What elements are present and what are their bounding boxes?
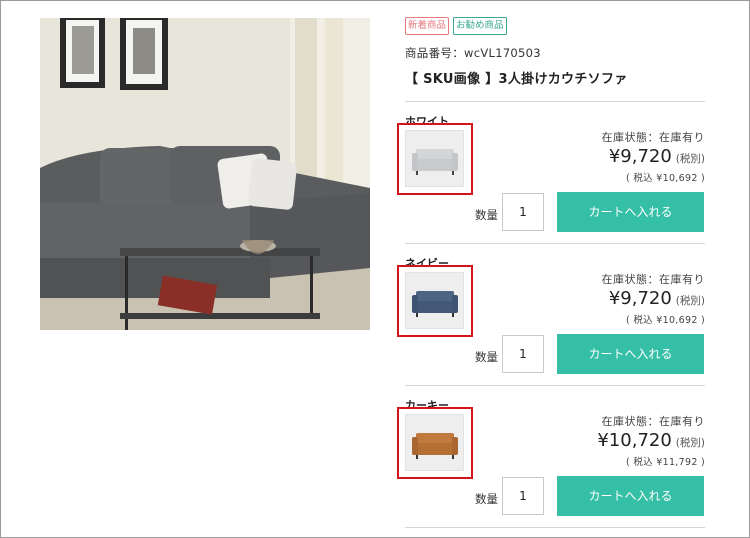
add-to-cart-button[interactable]: カートへ入れる [557, 192, 704, 232]
price-tax-included: ( 税込 ¥10,692 ) [626, 173, 705, 184]
add-to-cart-button[interactable]: カートへ入れる [557, 476, 704, 516]
stock-status: 在庫状態：在庫有り [601, 131, 705, 144]
sofa-thumbnail-image [405, 272, 464, 329]
recommended-badge: お勧め商品 [453, 17, 507, 35]
price: ¥9,720 (税別) [609, 288, 705, 309]
quantity-input[interactable]: 1 [502, 193, 544, 231]
stock-status: 在庫状態：在庫有り [601, 273, 705, 286]
price-value: ¥10,720 [597, 430, 672, 451]
price: ¥9,720 (税別) [609, 146, 705, 167]
tax-note: (税別) [675, 153, 705, 165]
variant-navy: ネイビー 在庫状態：在庫有り ¥9,720 (税別) ( 税込 ¥10,692 )… [397, 255, 705, 385]
variant-thumbnail[interactable] [397, 123, 473, 195]
sofa-icon [412, 149, 458, 175]
variant-white: ホワイト 在庫状態：在庫有り ¥9,720 (税別) ( 税込 ¥10,692 )… [397, 113, 705, 243]
product-main-image[interactable] [40, 18, 370, 330]
divider [405, 385, 705, 386]
price-value: ¥9,720 [608, 146, 672, 167]
price-tax-included: ( 税込 ¥11,792 ) [626, 457, 705, 468]
sku-number: 商品番号：wcVL170503 [405, 46, 541, 60]
quantity-label: 数量 [475, 350, 498, 364]
price-value: ¥9,720 [608, 288, 672, 309]
divider [405, 527, 705, 528]
quantity-label: 数量 [475, 208, 498, 222]
tax-note: (税別) [675, 437, 705, 449]
variant-khaki: カーキー 在庫状態：在庫有り ¥10,720 (税別) ( 税込 ¥11,792 … [397, 397, 705, 527]
sofa-icon [412, 291, 458, 317]
quantity-input[interactable]: 1 [502, 477, 544, 515]
product-info: 新着商品 お勧め商品 商品番号：wcVL170503 【 SKU画像 】3人掛け… [397, 17, 705, 528]
quantity-label: 数量 [475, 492, 498, 506]
new-item-badge: 新着商品 [405, 17, 450, 35]
product-title: 【 SKU画像 】3人掛けカウチソファ [405, 72, 628, 87]
add-to-cart-button[interactable]: カートへ入れる [557, 334, 704, 374]
page-frame: 新着商品 お勧め商品 商品番号：wcVL170503 【 SKU画像 】3人掛け… [0, 0, 750, 538]
stock-status: 在庫状態：在庫有り [601, 415, 705, 428]
sofa-icon [412, 433, 458, 459]
price: ¥10,720 (税別) [597, 430, 705, 451]
sofa-photo [40, 18, 370, 330]
price-tax-included: ( 税込 ¥10,692 ) [626, 315, 705, 326]
tax-note: (税別) [675, 295, 705, 307]
badge-row: 新着商品 お勧め商品 [405, 17, 705, 35]
divider [405, 243, 705, 244]
divider [405, 101, 705, 102]
sofa-thumbnail-image [405, 414, 464, 471]
sofa-thumbnail-image [405, 130, 464, 187]
variant-thumbnail[interactable] [397, 407, 473, 479]
variant-thumbnail[interactable] [397, 265, 473, 337]
quantity-input[interactable]: 1 [502, 335, 544, 373]
